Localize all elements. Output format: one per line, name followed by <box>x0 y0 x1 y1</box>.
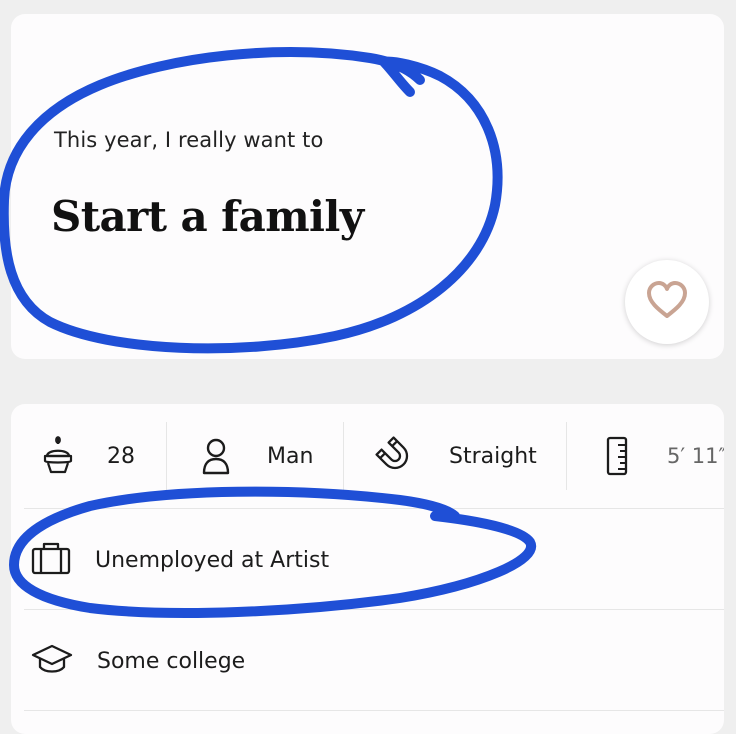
divider <box>24 508 724 509</box>
stat-age-value: 28 <box>107 443 135 469</box>
vitals-row[interactable]: 28 Man Straight 5′ 11″ <box>11 420 724 492</box>
magnet-icon <box>375 436 415 476</box>
stat-height: 5′ 11″ <box>605 420 724 492</box>
education-text: Some college <box>97 648 246 674</box>
prompt-card: This year, I really want to Start a fami… <box>11 14 724 359</box>
divider <box>343 422 344 490</box>
stat-age: 28 <box>41 420 135 492</box>
stat-gender: Man <box>201 420 313 492</box>
education-row: Some college <box>31 631 245 691</box>
stat-height-value: 5′ 11″ <box>667 444 724 468</box>
birthday-cake-icon <box>41 436 75 476</box>
like-button[interactable] <box>625 260 709 344</box>
job-text: Unemployed at Artist <box>95 547 330 573</box>
heart-icon <box>644 279 690 325</box>
divider <box>24 710 724 711</box>
divider <box>24 609 724 610</box>
stat-sexuality: Straight <box>375 420 537 492</box>
ruler-icon <box>605 436 629 476</box>
divider <box>166 422 167 490</box>
profile-info-card: 28 Man Straight 5′ 11″ Unemployed at Art… <box>11 404 724 734</box>
prompt-question: This year, I really want to <box>54 128 324 152</box>
person-icon <box>201 437 231 475</box>
job-row: Unemployed at Artist <box>31 530 329 590</box>
briefcase-icon <box>31 541 71 579</box>
stat-gender-value: Man <box>267 443 314 469</box>
graduation-cap-icon <box>31 642 73 680</box>
prompt-answer: Start a family <box>51 192 364 241</box>
stat-sexuality-value: Straight <box>449 443 537 469</box>
divider <box>566 422 567 490</box>
